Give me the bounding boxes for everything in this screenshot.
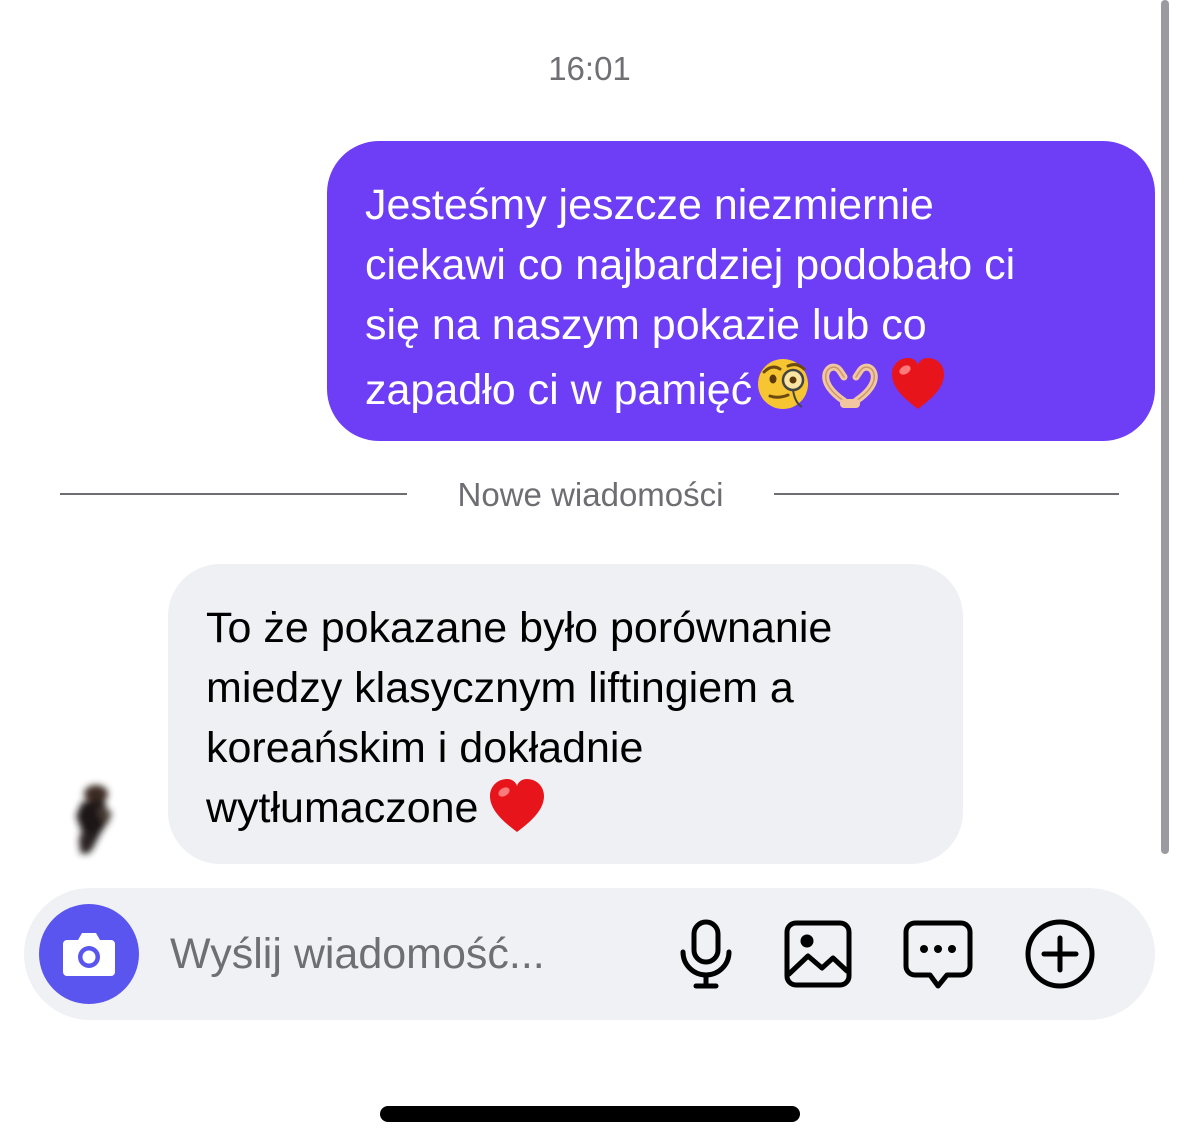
incoming-message-bubble[interactable]: To że pokazane było porównanie miedzy kl… <box>168 564 963 864</box>
camera-button[interactable] <box>39 904 139 1004</box>
message-timestamp: 16:01 <box>548 50 631 87</box>
red-heart-icon <box>892 358 945 409</box>
face-with-monocle-icon <box>758 359 809 409</box>
red-heart-icon <box>490 779 545 832</box>
emoji-group <box>758 358 945 409</box>
incoming-message-emojis <box>488 778 546 850</box>
message-input[interactable]: Wyślij wiadomość... <box>170 928 630 980</box>
outgoing-message-emojis <box>756 355 946 429</box>
sticker-chat-button[interactable] <box>900 916 976 992</box>
divider-line-right <box>774 493 1119 495</box>
scrollbar[interactable] <box>1161 0 1169 854</box>
add-circle-icon <box>1025 919 1095 989</box>
home-indicator[interactable] <box>380 1106 800 1122</box>
outgoing-message-bubble[interactable]: Jesteśmy jeszcze niezmiernie ciekawi co … <box>327 141 1155 441</box>
microphone-icon <box>680 919 732 989</box>
microphone-button[interactable] <box>668 916 744 992</box>
new-messages-label: Nowe wiadomości <box>457 476 724 513</box>
message-composer: Wyślij wiadomość... <box>24 888 1155 1020</box>
gallery-icon <box>784 920 852 988</box>
gallery-button[interactable] <box>780 916 856 992</box>
avatar[interactable] <box>52 772 138 864</box>
add-button[interactable] <box>1022 916 1098 992</box>
camera-icon <box>63 933 115 976</box>
sticker-chat-icon <box>903 920 973 989</box>
avatar-image <box>76 785 112 854</box>
heart-hands-icon <box>822 363 878 408</box>
divider-line-left <box>60 493 407 495</box>
new-messages-divider: Nowe wiadomości <box>60 476 1119 513</box>
